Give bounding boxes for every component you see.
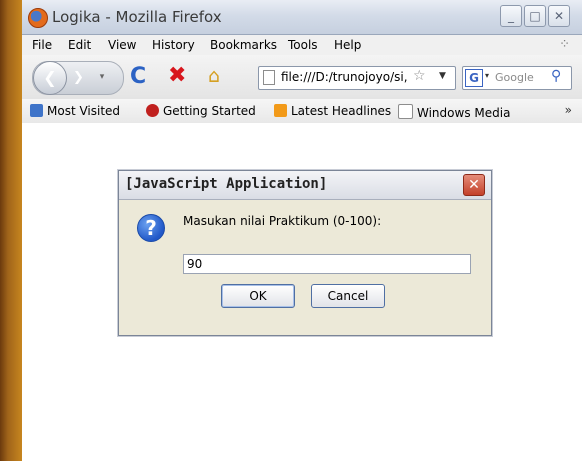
dialog-title: [JavaScript Application] <box>125 176 328 192</box>
bookmark-star-icon[interactable]: ☆ <box>413 68 426 84</box>
maximize-button[interactable]: □ <box>524 5 546 27</box>
history-dropdown-icon[interactable]: ▾ <box>95 72 109 82</box>
search-box[interactable]: G ▾ Google ⚲ <box>462 66 572 90</box>
forward-button[interactable]: ❯ <box>73 70 84 85</box>
getting-started-icon <box>146 104 159 117</box>
window-title: Logika - Mozilla Firefox <box>52 8 222 26</box>
search-placeholder: Google <box>495 71 534 84</box>
stop-button[interactable]: ✖ <box>168 63 186 88</box>
menu-edit[interactable]: Edit <box>68 38 91 52</box>
navigation-toolbar: ❮ ❯ ▾ C ✖ ⌂ file:///D:/trunojoyo/si, ☆ ▼… <box>22 55 582 99</box>
firefox-window: Logika - Mozilla Firefox _ □ ✕ File Edit… <box>22 0 582 461</box>
firefox-logo-icon <box>28 8 48 28</box>
menu-history[interactable]: History <box>152 38 195 52</box>
url-text: file:///D:/trunojoyo/si, <box>281 70 408 84</box>
prompt-dialog: [JavaScript Application] ✕ ? Masukan nil… <box>118 170 492 336</box>
page-icon <box>398 104 413 119</box>
window-titlebar: Logika - Mozilla Firefox _ □ ✕ <box>22 0 582 35</box>
minimize-button[interactable]: _ <box>500 5 522 27</box>
cancel-button[interactable]: Cancel <box>311 284 385 308</box>
bookmark-most-visited[interactable]: Most Visited <box>30 104 120 118</box>
menu-help[interactable]: Help <box>334 38 361 52</box>
url-bar[interactable]: file:///D:/trunojoyo/si, ☆ ▼ <box>258 66 456 90</box>
ok-button[interactable]: OK <box>221 284 295 308</box>
menu-file[interactable]: File <box>32 38 52 52</box>
menu-bar: File Edit View History Bookmarks Tools H… <box>22 35 582 55</box>
page-icon <box>263 70 275 85</box>
engine-dropdown-icon[interactable]: ▾ <box>485 71 489 80</box>
back-forward-group: ❮ ❯ ▾ <box>32 61 124 95</box>
menu-bookmarks[interactable]: Bookmarks <box>210 38 277 52</box>
menu-view[interactable]: View <box>108 38 136 52</box>
dialog-close-button[interactable]: ✕ <box>463 174 485 196</box>
dialog-body: ? Masukan nilai Praktikum (0-100): OK Ca… <box>119 200 491 334</box>
menu-tools[interactable]: Tools <box>288 38 318 52</box>
bookmark-getting-started[interactable]: Getting Started <box>146 104 256 118</box>
bookmark-latest-headlines[interactable]: Latest Headlines <box>274 104 391 118</box>
home-button[interactable]: ⌂ <box>208 65 220 87</box>
throbber-icon: ⁘ <box>559 37 570 52</box>
back-button[interactable]: ❮ <box>33 61 67 95</box>
bookmarks-overflow-icon[interactable]: » <box>565 103 572 117</box>
prompt-input[interactable] <box>183 254 471 274</box>
bookmark-windows-media[interactable]: Windows Media <box>398 104 510 120</box>
close-window-button[interactable]: ✕ <box>548 5 570 27</box>
rss-feed-icon <box>274 104 287 117</box>
search-icon[interactable]: ⚲ <box>551 68 561 84</box>
most-visited-icon <box>30 104 43 117</box>
dialog-titlebar: [JavaScript Application] ✕ <box>119 171 491 200</box>
page-content: [JavaScript Application] ✕ ? Masukan nil… <box>22 123 582 461</box>
google-engine-icon[interactable]: G <box>465 69 483 87</box>
question-icon: ? <box>137 214 165 242</box>
reload-button[interactable]: C <box>130 64 146 89</box>
bookmarks-toolbar: Most Visited Getting Started Latest Head… <box>22 99 582 124</box>
dialog-prompt: Masukan nilai Praktikum (0-100): <box>183 214 382 228</box>
url-dropdown-icon[interactable]: ▼ <box>439 71 446 81</box>
